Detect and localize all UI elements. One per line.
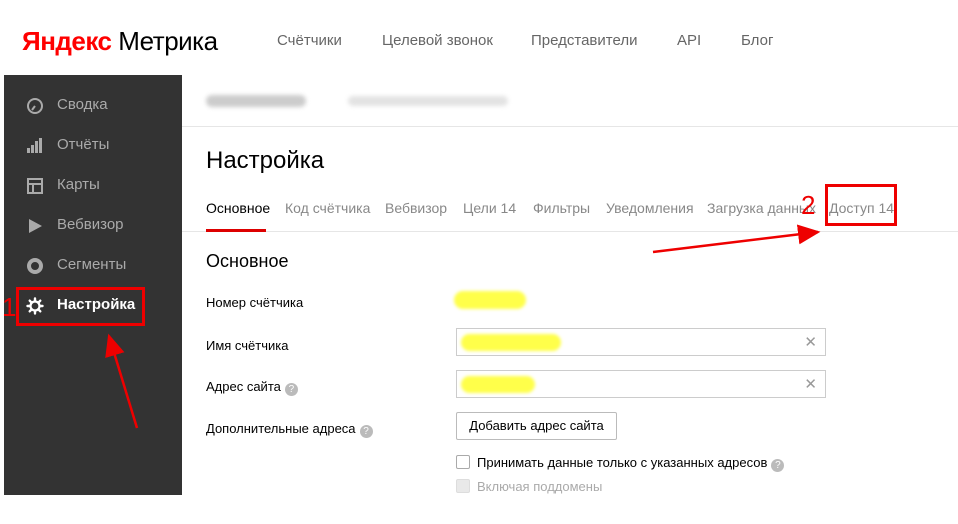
counter-number-label: Номер счётчика (206, 295, 304, 310)
site-address-field[interactable]: ✕ (456, 370, 826, 398)
only-specified-label-text: Принимать данные только с указанных адре… (477, 455, 768, 470)
only-specified-label: Принимать данные только с указанных адре… (477, 455, 785, 472)
site-address-value (461, 376, 535, 393)
additional-addresses-label: Дополнительные адреса? (206, 421, 373, 438)
counter-number-value (454, 291, 526, 309)
counter-name-field[interactable]: ✕ (456, 328, 826, 356)
add-site-address-button[interactable]: Добавить адрес сайта (456, 412, 617, 440)
site-address-label: Адрес сайта? (206, 379, 298, 396)
help-icon[interactable]: ? (359, 425, 373, 438)
additional-addresses-label-text: Дополнительные адреса (206, 421, 356, 436)
clear-icon[interactable]: ✕ (804, 333, 817, 351)
site-address-label-text: Адрес сайта (206, 379, 281, 394)
arrow-to-settings (105, 333, 139, 429)
help-icon[interactable]: ? (771, 459, 785, 472)
counter-name-label: Имя счётчика (206, 338, 289, 353)
include-subdomains-checkbox[interactable] (456, 479, 470, 493)
only-specified-checkbox[interactable] (456, 455, 470, 469)
include-subdomains-label: Включая поддомены (477, 479, 603, 494)
clear-icon[interactable]: ✕ (804, 375, 817, 393)
annotation-arrows (105, 224, 821, 429)
arrow-to-access-tab (652, 224, 821, 254)
section-title: Основное (206, 251, 289, 271)
counter-name-value (461, 334, 561, 351)
help-icon[interactable]: ? (284, 383, 298, 396)
